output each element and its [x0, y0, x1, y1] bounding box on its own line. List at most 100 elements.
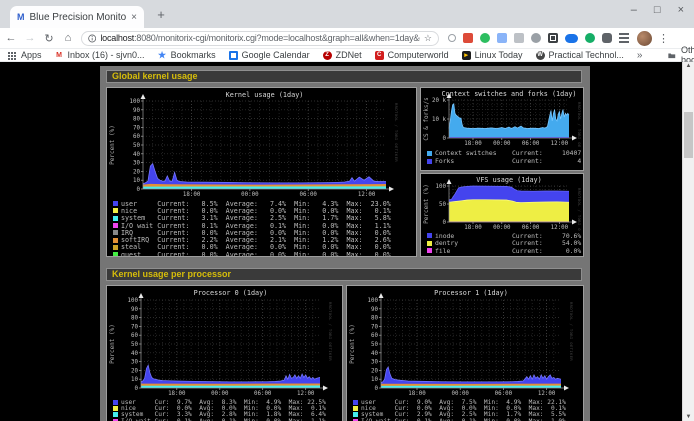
bookmark-label: Bookmarks: [171, 50, 216, 60]
bookmark-linuxtoday[interactable]: ▸ Linux Today: [462, 50, 523, 60]
page-scrollbar[interactable]: ▲ ▼: [682, 62, 694, 421]
svg-text:70: 70: [133, 125, 140, 131]
svg-text:06:00: 06:00: [495, 391, 513, 397]
navigation-toolbar: ← → ↻ ⌂ localhost:8080/monitorix-cgi/mon…: [0, 28, 694, 49]
svg-text:Percent (%): Percent (%): [109, 125, 116, 165]
svg-text:70: 70: [371, 324, 378, 330]
svg-text:40: 40: [133, 152, 140, 158]
new-tab-button[interactable]: +: [152, 7, 170, 22]
svg-text:10: 10: [131, 377, 138, 383]
bookmarks-bar: Apps MInbox (16) - sjvn0... ★Bookmarks Goog…: [0, 49, 694, 62]
chart-legend: user Cur: 9.0% Avg: 7.5% Min: 4.9% Max: …: [353, 399, 581, 421]
apps-icon: [8, 52, 10, 54]
svg-text:20 k: 20 k: [432, 98, 446, 104]
bookmark-calendar[interactable]: Google Calendar: [229, 50, 310, 60]
search-extension-icon[interactable]: [448, 34, 456, 42]
svg-text:20: 20: [131, 368, 138, 374]
svg-text:06:00: 06:00: [254, 391, 272, 397]
legend-color-swatch: [113, 230, 118, 235]
bookmark-apps[interactable]: Apps: [8, 50, 42, 60]
processor-1-chart[interactable]: 010203040506070809010018:0000:0006:0012:…: [346, 285, 584, 421]
bookmark-gmail[interactable]: MInbox (16) - sjvn0...: [55, 50, 145, 60]
svg-text:30: 30: [371, 360, 378, 366]
bookmark-star-icon[interactable]: ☆: [424, 33, 432, 44]
bookmark-label: Linux Today: [475, 50, 523, 60]
chart-image: 010 k20 k18:0000:0006:0012:00Context swi…: [421, 88, 583, 147]
svg-text:Processor 1 (1day): Processor 1 (1day): [434, 289, 508, 297]
url-text[interactable]: localhost:8080/monitorix-cgi/monitorix.c…: [100, 33, 420, 43]
url-host: localhost: [100, 33, 134, 43]
legend-color-swatch: [113, 208, 118, 213]
legend-row-context-switches: Context switches Current: 10407: [427, 149, 581, 157]
svg-text:50: 50: [131, 342, 138, 348]
messenger-extension-icon[interactable]: [565, 34, 578, 43]
svg-text:12:00: 12:00: [297, 391, 315, 397]
keep-extension-icon[interactable]: [514, 33, 524, 43]
window-controls: – □ ×: [631, 4, 684, 16]
address-bar[interactable]: localhost:8080/monitorix-cgi/monitorix.c…: [81, 31, 439, 46]
svg-text:00:00: 00:00: [451, 391, 469, 397]
bookmark-zdnet[interactable]: ZZDNet: [323, 50, 362, 60]
scroll-up-icon[interactable]: ▲: [683, 63, 694, 69]
tab-close-icon[interactable]: ×: [131, 12, 137, 23]
svg-text:Context switches and forks (1: Context switches and forks (1day): [441, 90, 576, 98]
legend-color-swatch: [353, 400, 358, 405]
scroll-down-icon[interactable]: ▼: [683, 414, 694, 420]
gmail-icon: M: [55, 51, 64, 60]
processor-0-chart[interactable]: 010203040506070809010018:0000:0006:0012:…: [106, 285, 343, 421]
window-close-button[interactable]: ×: [678, 4, 684, 16]
back-icon[interactable]: ←: [3, 32, 19, 44]
forward-icon[interactable]: →: [22, 32, 38, 44]
linuxtoday-icon: ▸: [462, 51, 471, 60]
svg-text:06:00: 06:00: [299, 192, 317, 198]
chart-image: 010203040506070809010018:0000:0006:0012:…: [107, 286, 342, 398]
gmail-extension-icon[interactable]: [463, 33, 473, 43]
bookmark-label: Practical Technol...: [549, 50, 624, 60]
legend-color-swatch: [113, 201, 118, 206]
legend-color-swatch: [113, 400, 118, 405]
zdnet-icon: Z: [323, 51, 332, 60]
browser-menu-icon[interactable]: ⋮: [658, 32, 669, 45]
reload-icon[interactable]: ↻: [41, 32, 57, 45]
url-path: :8080/monitorix-cgi/monitorix.cgi?mode=l…: [134, 33, 420, 43]
legend-color-swatch: [353, 406, 358, 411]
context-switches-chart[interactable]: 010 k20 k18:0000:0006:0012:00Context swi…: [420, 87, 584, 171]
svg-text:CS & forks/s: CS & forks/s: [423, 97, 430, 141]
svg-text:18:00: 18:00: [183, 192, 201, 198]
legend-text: file Current: 0.0%: [435, 247, 581, 255]
extensions-extension-icon[interactable]: [602, 33, 612, 43]
bookmark-wordpress[interactable]: WPractical Technol...: [536, 50, 624, 60]
home-icon[interactable]: ⌂: [60, 32, 76, 44]
vfs-usage-chart[interactable]: 05010018:0000:0006:0012:00VFS usage (1da…: [420, 173, 584, 257]
bookmark-computerworld[interactable]: CComputerworld: [375, 50, 449, 60]
legend-color-swatch: [113, 412, 118, 417]
maximize-button[interactable]: □: [654, 4, 661, 16]
screenshot-extension-icon[interactable]: [548, 33, 558, 43]
scrollbar-thumb[interactable]: [684, 112, 693, 158]
svg-text:20: 20: [371, 368, 378, 374]
svg-text:18:00: 18:00: [464, 141, 482, 147]
bookmark-star[interactable]: ★Bookmarks: [158, 50, 216, 60]
bookmarks-overflow-icon[interactable]: »: [637, 50, 643, 61]
series-context-switches: [449, 104, 569, 138]
svg-text:0: 0: [443, 136, 447, 142]
svg-text:50: 50: [133, 143, 140, 149]
page-info-icon[interactable]: [88, 34, 96, 43]
svg-text:50: 50: [439, 202, 446, 208]
minimize-button[interactable]: –: [631, 4, 637, 16]
legend-color-swatch: [427, 233, 432, 238]
grammarly-extension-icon[interactable]: [585, 33, 595, 43]
profile-avatar[interactable]: [637, 31, 652, 46]
docs-extension-icon[interactable]: [497, 33, 507, 43]
cast-extension-icon[interactable]: [531, 33, 541, 43]
svg-text:Processor 0 (1day): Processor 0 (1day): [194, 289, 268, 297]
chart-legend: Context switches Current: 10407Forks Cur…: [427, 149, 581, 165]
evernote-extension-icon[interactable]: [480, 33, 490, 43]
svg-text:0: 0: [375, 386, 379, 392]
svg-text:100: 100: [436, 184, 447, 190]
tab-list-extension-icon[interactable]: [619, 33, 629, 43]
legend-color-swatch: [427, 151, 432, 156]
browser-tab[interactable]: M Blue Precision Monitorix ×: [10, 6, 144, 28]
kernel-usage-chart[interactable]: 010203040506070809010018:0000:0006:0012:…: [106, 87, 417, 257]
svg-text:50: 50: [371, 342, 378, 348]
